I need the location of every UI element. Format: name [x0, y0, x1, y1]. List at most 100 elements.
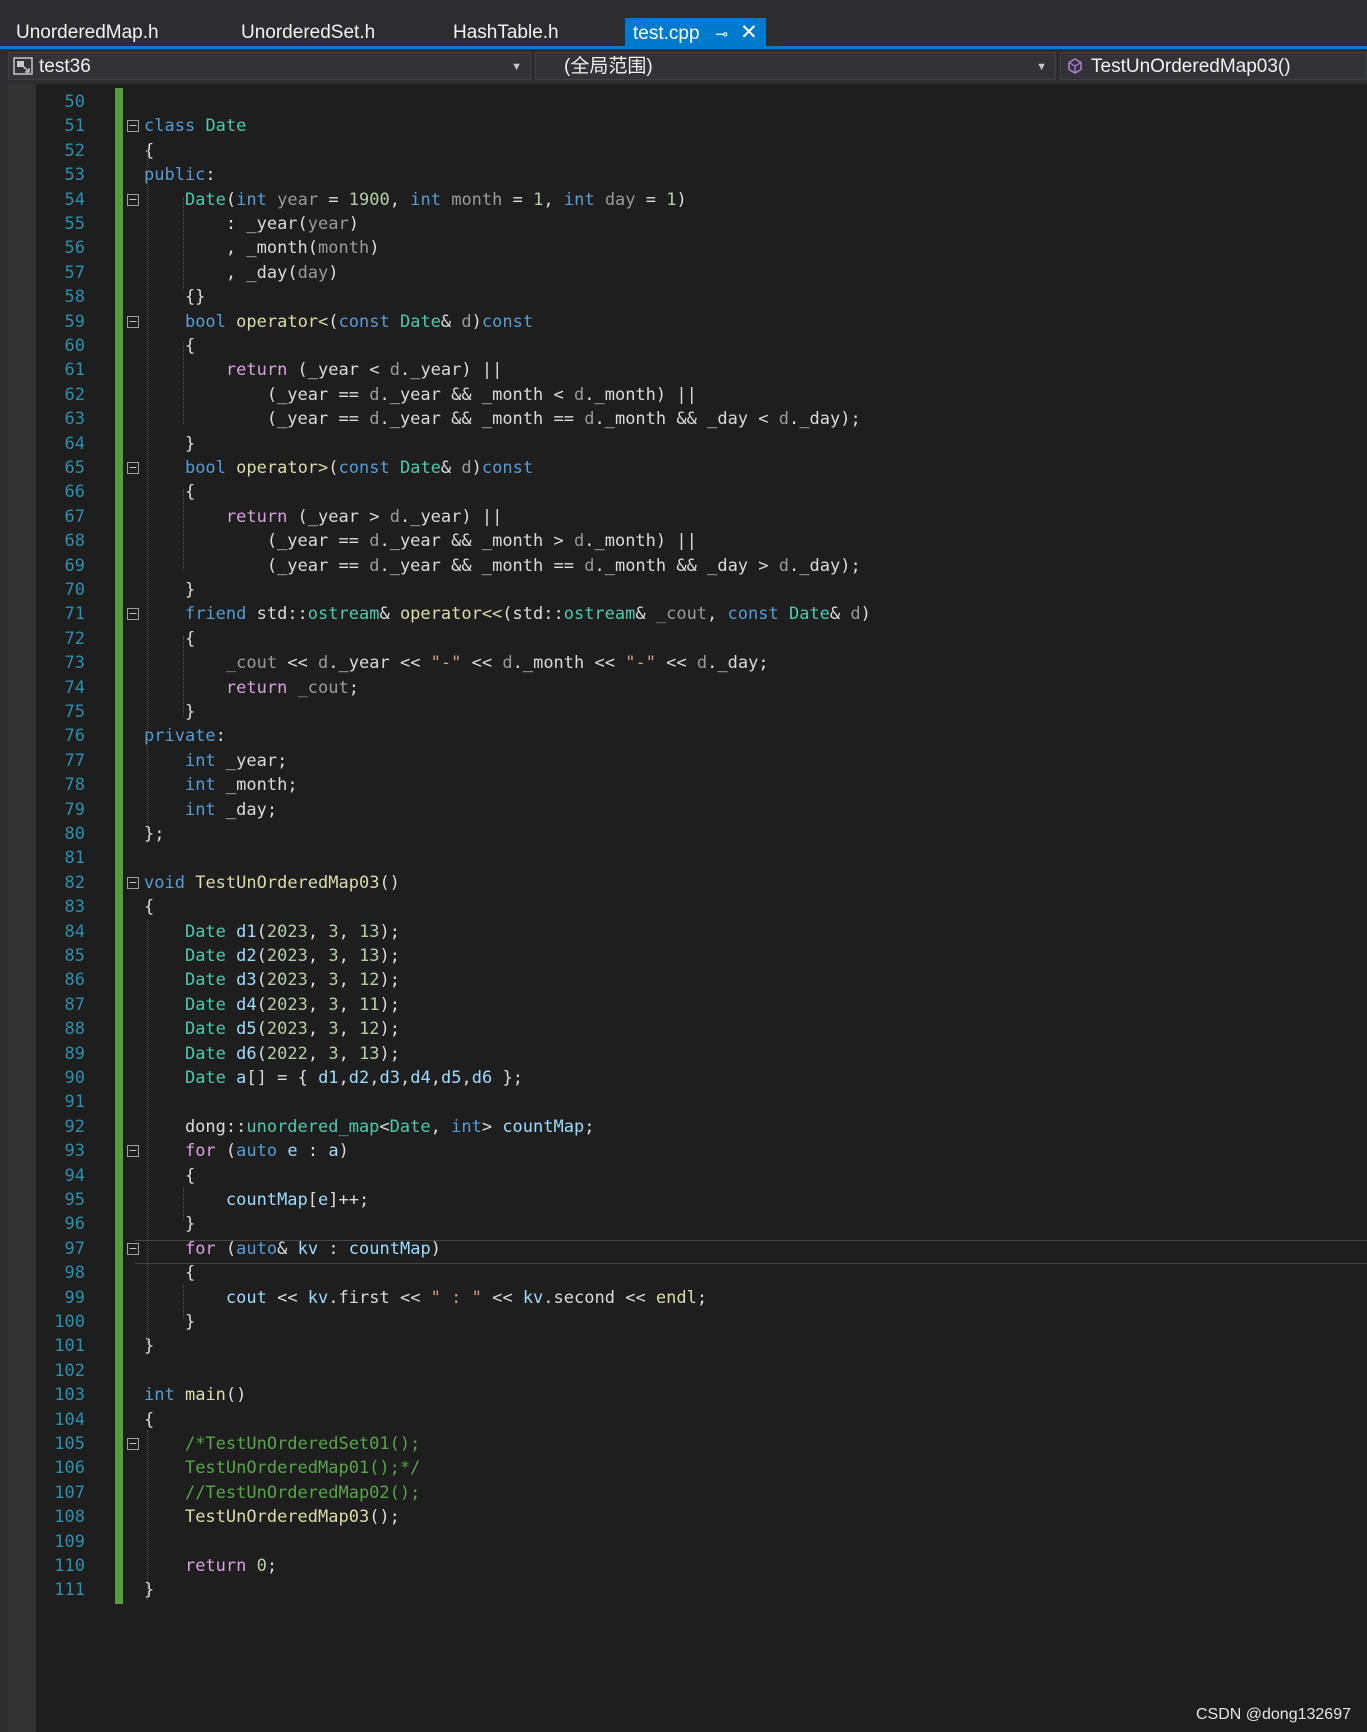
- code-line[interactable]: }: [144, 700, 195, 724]
- code-line[interactable]: //TestUnOrderedMap02();: [144, 1481, 420, 1505]
- code-token: &&: [440, 409, 482, 430]
- code-line[interactable]: for (auto& kv : countMap): [144, 1237, 441, 1261]
- code-line[interactable]: {: [144, 139, 154, 163]
- code-token: ==: [328, 531, 370, 552]
- code-line[interactable]: Date d3(2023, 3, 12);: [144, 968, 400, 992]
- code-line[interactable]: TestUnOrderedMap03();: [144, 1505, 400, 1529]
- code-line[interactable]: Date d1(2023, 3, 13);: [144, 920, 400, 944]
- code-line[interactable]: private:: [144, 724, 226, 748]
- code-token: e: [287, 1141, 298, 1162]
- project-dropdown[interactable]: test36 ▼: [8, 52, 531, 80]
- code-token: (std::: [502, 604, 564, 625]
- code-line[interactable]: dong::unordered_map<Date, int> countMap;: [144, 1115, 595, 1139]
- code-line[interactable]: int _year;: [144, 749, 287, 773]
- code-line[interactable]: }: [144, 1310, 195, 1334]
- code-token: d: [696, 653, 708, 674]
- code-line[interactable]: Date d2(2023, 3, 13);: [144, 944, 400, 968]
- code-line[interactable]: /*TestUnOrderedSet01();: [144, 1432, 420, 1456]
- code-token: {: [144, 1409, 155, 1430]
- line-number: 105: [54, 1434, 85, 1454]
- code-line[interactable]: }: [144, 1334, 154, 1358]
- code-token: ostream: [307, 604, 380, 625]
- collapse-icon[interactable]: −: [127, 1438, 139, 1450]
- code-line[interactable]: Date d6(2022, 3, 13);: [144, 1042, 400, 1066]
- code-token: ) ||: [461, 360, 503, 381]
- code-line[interactable]: return _cout;: [144, 676, 359, 700]
- member-dropdown[interactable]: TestUnOrderedMap03(): [1060, 52, 1367, 80]
- code-line[interactable]: bool operator<(const Date& d)const: [144, 310, 533, 334]
- code-line[interactable]: friend std::ostream& operator<<(std::ost…: [144, 602, 871, 626]
- code-line[interactable]: {: [144, 627, 195, 651]
- code-line[interactable]: bool operator>(const Date& d)const: [144, 456, 533, 480]
- line-number: 83: [64, 897, 85, 918]
- code-line[interactable]: Date(int year = 1900, int month = 1, int…: [144, 188, 687, 212]
- code-line[interactable]: for (auto e : a): [144, 1139, 349, 1163]
- collapse-icon[interactable]: −: [127, 608, 139, 621]
- code-token: d: [369, 409, 380, 430]
- code-token: :: [318, 1238, 349, 1259]
- collapse-icon[interactable]: −: [127, 1145, 139, 1158]
- code-line[interactable]: int main(): [144, 1383, 246, 1407]
- code-token: _year: [338, 653, 390, 674]
- collapse-icon[interactable]: −: [127, 315, 139, 328]
- code-line[interactable]: countMap[e]++;: [144, 1188, 369, 1212]
- code-line[interactable]: }: [144, 1212, 195, 1236]
- collapse-icon[interactable]: −: [127, 193, 139, 206]
- code-line[interactable]: {: [144, 1164, 195, 1188]
- code-line[interactable]: return (_year > d._year) ||: [144, 505, 502, 529]
- close-icon[interactable]: ✕: [740, 18, 758, 48]
- code-line[interactable]: public:: [144, 163, 216, 187]
- code-token: const: [727, 604, 779, 625]
- code-line[interactable]: void TestUnOrderedMap03(): [144, 871, 400, 895]
- code-line[interactable]: }: [144, 1578, 154, 1602]
- tab-bar: UnorderedMap.h UnorderedSet.h HashTable.…: [0, 0, 1367, 48]
- code-line[interactable]: return (_year < d._year) ||: [144, 358, 502, 382]
- code-line[interactable]: Date d4(2023, 3, 11);: [144, 993, 400, 1017]
- tab-unorderedset-h[interactable]: UnorderedSet.h: [241, 18, 375, 48]
- code-line[interactable]: class Date: [144, 114, 246, 138]
- code-line[interactable]: return 0;: [144, 1554, 277, 1578]
- tab-hashtable-h[interactable]: HashTable.h: [453, 18, 559, 48]
- code-token: d5: [236, 1019, 257, 1040]
- code-token: (: [256, 1019, 267, 1040]
- code-line[interactable]: int _day;: [144, 798, 277, 822]
- code-line[interactable]: (_year == d._year && _month == d._month …: [144, 554, 861, 578]
- code-token: public: [144, 165, 206, 186]
- collapse-icon[interactable]: −: [127, 462, 139, 474]
- code-line[interactable]: (_year == d._year && _month < d._month) …: [144, 383, 697, 407]
- code-line[interactable]: {: [144, 895, 154, 919]
- code-line[interactable]: Date d5(2023, 3, 12);: [144, 1017, 400, 1041]
- code-line[interactable]: {: [144, 480, 195, 504]
- code-line[interactable]: (_year == d._year && _month > d._month) …: [144, 529, 697, 553]
- collapse-icon[interactable]: −: [127, 876, 139, 889]
- code-line[interactable]: {}: [144, 285, 205, 309]
- code-line[interactable]: int _month;: [144, 773, 298, 797]
- code-token: &: [440, 311, 462, 332]
- code-token: d2: [348, 1068, 370, 1088]
- scope-dropdown[interactable]: (全局范围) ▼: [535, 52, 1056, 80]
- line-number: 67: [64, 506, 85, 527]
- code-line[interactable]: {: [144, 1408, 154, 1432]
- code-line[interactable]: {: [144, 1261, 195, 1285]
- code-line[interactable]: , _month(month): [144, 236, 380, 260]
- code-line[interactable]: : _year(year): [144, 212, 359, 236]
- code-line[interactable]: {: [144, 334, 195, 358]
- code-token: _year: [389, 555, 441, 576]
- code-line[interactable]: , _day(day): [144, 261, 339, 285]
- code-token: ): [471, 311, 482, 332]
- code-line[interactable]: Date a[] = { d1,d2,d3,d4,d5,d6 };: [144, 1066, 523, 1090]
- code-line[interactable]: (_year == d._year && _month == d._month …: [144, 407, 861, 431]
- collapse-icon[interactable]: −: [127, 1242, 139, 1255]
- code-line[interactable]: }: [144, 432, 195, 456]
- code-line[interactable]: }: [144, 578, 195, 602]
- code-token: 2022: [266, 1043, 308, 1064]
- collapse-icon[interactable]: −: [127, 120, 139, 133]
- tab-unorderedmap-h[interactable]: UnorderedMap.h: [16, 18, 159, 48]
- tab-test-cpp[interactable]: test.cpp ⊸ ✕: [625, 18, 766, 48]
- code-token: d: [573, 384, 585, 405]
- code-line[interactable]: TestUnOrderedMap01();*/: [144, 1456, 420, 1480]
- code-line[interactable]: _cout << d._year << "-" << d._month << "…: [144, 651, 769, 675]
- code-line[interactable]: cout << kv.first << " : " << kv.second <…: [144, 1286, 707, 1310]
